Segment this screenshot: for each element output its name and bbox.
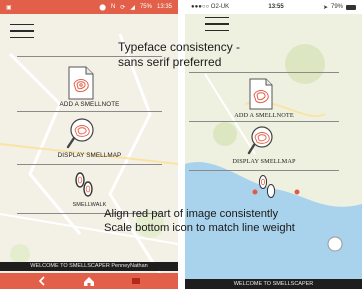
magnifier-smellmap-icon — [247, 126, 273, 155]
footprints-icon — [258, 175, 276, 198]
home-button[interactable] — [76, 273, 102, 289]
scale-annotation: Scale bottom icon to match line weight — [104, 222, 295, 234]
footprints-icon — [75, 172, 93, 197]
smellnote-document-icon — [249, 78, 273, 110]
smellnote-document-icon — [68, 66, 94, 100]
hamburger-menu-icon[interactable] — [10, 24, 34, 39]
signal-icon: ◢ — [130, 4, 135, 11]
separator-line — [17, 164, 162, 165]
location-arrow-icon: ➤ — [322, 4, 328, 11]
typeface-annotation-line-1: Typeface consistency - — [118, 40, 241, 54]
back-button[interactable] — [30, 273, 54, 289]
status-time: 13:35 — [156, 4, 172, 10]
typeface-annotation-line-2: sans serif preferred — [118, 55, 222, 69]
nfc-icon: N — [110, 4, 116, 10]
carrier-label: ●●●○○ O2-UK — [191, 4, 230, 10]
magnifier-smellmap-icon — [66, 118, 94, 149]
welcome-banner: WELCOME TO SMELLSCAPER — [185, 279, 362, 289]
home-icon — [84, 276, 94, 286]
sync-icon: ⟳ — [120, 4, 126, 11]
separator-line — [189, 121, 339, 122]
typeface-annotation: Typeface consistency - sans serif prefer… — [118, 40, 240, 70]
separator-line — [17, 111, 162, 112]
battery-percent: 79% — [330, 4, 343, 10]
notes-button[interactable] — [124, 273, 148, 289]
status-bar: ●●●○○ O2-UK 13:55 ➤ 79% — [185, 0, 362, 14]
add-smellnote-label: ADD A SMELLNOTE — [59, 101, 120, 108]
alignment-annotation: Align red part of image consistently — [104, 208, 279, 220]
battery-icon — [346, 4, 356, 10]
hamburger-menu-icon[interactable] — [205, 17, 229, 32]
bottom-nav-bar — [0, 273, 178, 289]
separator-line — [189, 72, 339, 73]
chevron-left-icon — [38, 276, 45, 286]
status-time: 13:55 — [268, 4, 284, 10]
notification-icon: ▣ — [6, 4, 12, 11]
battery-percent: 75% — [139, 4, 152, 10]
display-smellmap-label: DISPLAY SMELLMAP — [232, 158, 296, 165]
display-smellmap-label: DISPLAY SMELLMAP — [57, 152, 122, 159]
note-icon — [132, 278, 140, 284]
welcome-banner: WELCOME TO SMELLSCAPER PenneyNathan — [0, 262, 178, 271]
status-bar: ▣ ⬤ N ⟳ ◢ 75% 13:35 — [0, 0, 178, 14]
add-smellnote-label: ADD A SMELLNOTE — [234, 112, 294, 119]
separator-line — [189, 170, 339, 171]
location-icon: ⬤ — [99, 4, 106, 11]
